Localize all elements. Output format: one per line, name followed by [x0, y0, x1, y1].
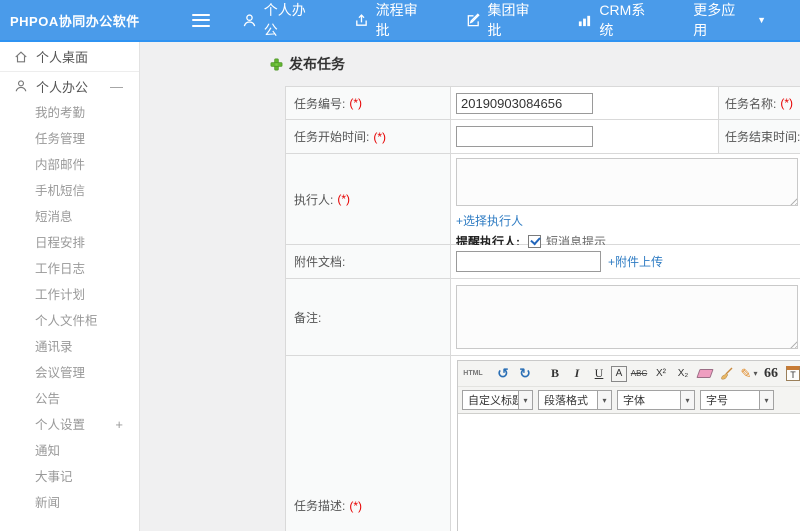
sidebar-item-milestones[interactable]: 大事记 [0, 464, 139, 490]
strikethrough-button[interactable]: ABC [629, 364, 649, 384]
eraser-icon [696, 369, 714, 378]
editor-toolbar-row1: HTML ↺ ↻ B I U A ABC X² X₂ ✎ ▾ 66 T [458, 361, 800, 387]
italic-button[interactable]: I [567, 364, 587, 384]
end-time-label: 任务结束时间:(*) [719, 120, 800, 154]
remark-textarea[interactable] [456, 285, 798, 349]
sidebar-item-schedule[interactable]: 日程安排 [0, 230, 139, 256]
top-nav: 个人办公 流程审批 集团审批 CRM系统 更多应用 ▼ [242, 0, 800, 40]
attachment-label: 附件文档: [286, 245, 451, 279]
nav-personal-office[interactable]: 个人办公 [242, 0, 320, 40]
caret-down-icon: ▾ [597, 391, 611, 409]
executor-textarea[interactable] [456, 158, 798, 206]
person-icon [243, 13, 256, 26]
row-attachment: 附件文档: +附件上传 [286, 245, 800, 279]
page-title: 发布任务 [270, 54, 345, 74]
expand-icon[interactable]: + [115, 412, 123, 438]
sidebar-item-work-log[interactable]: 工作日志 [0, 256, 139, 282]
paste-plain-text-button[interactable]: T [783, 364, 800, 384]
task-number-input[interactable] [456, 92, 593, 114]
bar-chart-icon [579, 15, 591, 26]
task-form: 任务编号:(*) 任务名称:(*) 任务开始时间:(*) 任务结束时间:(*) [285, 86, 800, 531]
main-content: 发布任务 任务编号:(*) 任务名称:(*) 任务开始时间:(*) 任务结束时 [140, 42, 800, 531]
editor-content-area[interactable] [458, 414, 800, 531]
subscript-button[interactable]: X₂ [673, 364, 693, 384]
sidebar-item-internal-mail[interactable]: 内部邮件 [0, 152, 139, 178]
collapse-icon[interactable]: — [110, 79, 123, 94]
description-label: 任务描述: (*) [286, 356, 451, 531]
font-family-select[interactable]: 字体 ▾ [617, 390, 695, 410]
caret-down-icon: ▾ [759, 391, 773, 409]
sidebar-item-work-plan[interactable]: 工作计划 [0, 282, 139, 308]
nav-crm-system[interactable]: CRM系统 [577, 0, 659, 40]
top-header: PHPOA协同办公软件 个人办公 流程审批 集团审批 CRM系统 更多应用 ▼ [0, 0, 800, 42]
caret-down-icon: ▼ [757, 15, 766, 25]
select-executor-link[interactable]: +选择执行人 [456, 212, 523, 229]
nav-group-approval[interactable]: 集团审批 [466, 0, 544, 40]
sidebar-item-short-message[interactable]: 短消息 [0, 204, 139, 230]
underline-button[interactable]: U [589, 364, 609, 384]
sidebar-item-attendance[interactable]: 我的考勤 [0, 100, 139, 126]
redo-icon[interactable]: ↻ [515, 364, 535, 384]
app-logo: PHPOA协同办公软件 [10, 13, 140, 29]
row-executor: 执行人: (*) +选择执行人 提醒执行人: 短消息提示 [286, 154, 800, 249]
clipboard-icon: T [786, 366, 800, 381]
executor-label: 执行人: (*) [286, 154, 451, 245]
nav-workflow-approval[interactable]: 流程审批 [354, 0, 432, 40]
brush-icon [721, 367, 733, 379]
undo-icon[interactable]: ↺ [493, 364, 513, 384]
sidebar-item-meeting[interactable]: 会议管理 [0, 360, 139, 386]
task-number-label: 任务编号: (*) [286, 87, 451, 120]
sidebar-item-desktop[interactable]: 个人桌面 [0, 42, 139, 72]
remove-format-button[interactable] [695, 364, 715, 384]
sms-remind-checkbox[interactable] [528, 235, 541, 248]
rich-text-editor: HTML ↺ ↻ B I U A ABC X² X₂ ✎ ▾ 66 T 自定义标… [457, 360, 800, 531]
row-description: 任务描述: (*) HTML ↺ ↻ B I U A ABC X² X₂ ✎ ▾… [286, 356, 800, 531]
sidebar: 个人桌面 个人办公 — 我的考勤 任务管理 内部邮件 手机短信 短消息 日程安排… [0, 42, 140, 531]
row-task-number: 任务编号:(*) 任务名称:(*) [286, 87, 800, 120]
start-time-input[interactable] [456, 126, 593, 147]
superscript-button[interactable]: X² [651, 364, 671, 384]
sidebar-item-sms[interactable]: 手机短信 [0, 178, 139, 204]
editor-toolbar-row2: 自定义标题 ▾ 段落格式 ▾ 字体 ▾ 字号 ▾ [458, 387, 800, 414]
highlight-pen-button[interactable]: ✎ ▾ [739, 364, 759, 384]
blockquote-button[interactable]: 66 [761, 364, 781, 384]
sidebar-item-personal-settings[interactable]: 个人设置 + [0, 412, 139, 438]
menu-toggle-icon[interactable] [191, 13, 210, 27]
person-icon [15, 80, 27, 92]
sidebar-section-personal-office[interactable]: 个人办公 — [0, 72, 139, 100]
sidebar-item-file-cabinet[interactable]: 个人文件柜 [0, 308, 139, 334]
caret-down-icon: ▾ [518, 391, 532, 409]
approval-flow-icon [355, 13, 367, 26]
paragraph-format-select[interactable]: 段落格式 ▾ [538, 390, 612, 410]
source-code-button[interactable]: HTML [463, 364, 483, 384]
sidebar-item-contacts[interactable]: 通讯录 [0, 334, 139, 360]
remark-label: 备注: [286, 279, 451, 356]
font-style-button[interactable]: A [611, 365, 627, 382]
task-name-label: 任务名称: (*) [719, 87, 800, 120]
sidebar-item-task-management[interactable]: 任务管理 [0, 126, 139, 152]
caret-down-icon: ▾ [680, 391, 694, 409]
magic-pen-icon: ✎ [740, 365, 752, 381]
row-task-time: 任务开始时间:(*) 任务结束时间:(*) [286, 120, 800, 154]
sidebar-item-notice[interactable]: 通知 [0, 438, 139, 464]
home-icon [15, 50, 27, 62]
bold-button[interactable]: B [545, 364, 565, 384]
nav-more-apps[interactable]: 更多应用 ▼ [693, 0, 766, 40]
start-time-label: 任务开始时间: (*) [286, 120, 451, 154]
custom-heading-select[interactable]: 自定义标题 ▾ [462, 390, 533, 410]
sidebar-item-news[interactable]: 新闻 [0, 490, 139, 516]
caret-down-icon: ▾ [753, 369, 758, 378]
format-paint-button[interactable] [717, 364, 737, 384]
row-remark: 备注: [286, 279, 800, 356]
add-plus-icon [270, 58, 283, 70]
attachment-input[interactable] [456, 251, 601, 272]
upload-attachment-link[interactable]: +附件上传 [608, 253, 663, 270]
sidebar-item-announcement[interactable]: 公告 [0, 386, 139, 412]
edit-square-icon [467, 12, 480, 26]
font-size-select[interactable]: 字号 ▾ [700, 390, 774, 410]
